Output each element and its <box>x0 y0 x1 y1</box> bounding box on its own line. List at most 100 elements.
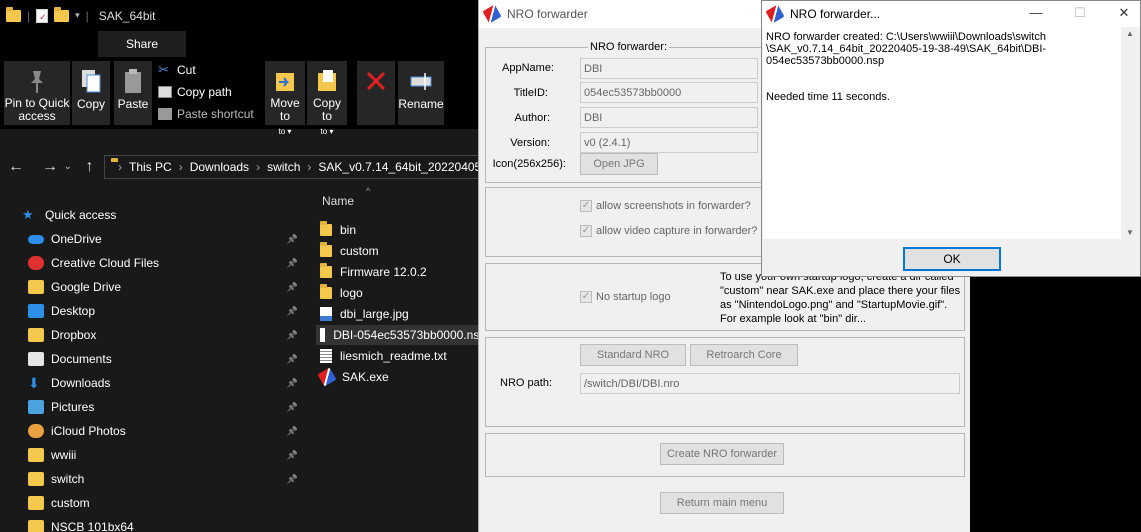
nav-item[interactable]: iCloud Photos 📌 <box>28 420 300 442</box>
folder-icon <box>28 328 44 342</box>
file-list-item[interactable]: DBI-054ec53573bb0000.nsp <box>316 325 478 345</box>
copy-to-button[interactable]: Copy to to ▾ <box>307 61 347 136</box>
nav-item[interactable]: Dropbox 📌 <box>28 324 300 346</box>
dialog-titlebar: NRO forwarder... — ☐ ✕ <box>762 1 1140 27</box>
scroll-down-icon[interactable]: ▼ <box>1121 228 1139 237</box>
nav-item[interactable]: Pictures 📌 <box>28 396 300 418</box>
file-list-item[interactable]: dbi_large.jpg <box>320 304 409 324</box>
file-list-item[interactable]: logo <box>320 283 363 303</box>
create-nro-forwarder-button[interactable]: Create NRO forwarder <box>660 443 784 465</box>
file-name: dbi_large.jpg <box>340 307 409 321</box>
group-title: NRO forwarder: <box>588 41 670 53</box>
pin-to-quick-access-button[interactable]: Pin to Quick access <box>4 61 70 125</box>
paste-shortcut-icon <box>158 108 172 120</box>
nav-item[interactable]: switch 📌 <box>28 468 300 490</box>
address-bar[interactable]: › This PC › Downloads › switch › SAK_v0.… <box>104 155 478 179</box>
delete-button[interactable] <box>357 61 395 125</box>
paste-button[interactable]: Paste <box>114 61 152 125</box>
app-icon <box>317 367 337 387</box>
text-file-icon <box>320 349 332 363</box>
standard-nro-button[interactable]: Standard NRO <box>580 344 686 366</box>
close-icon[interactable]: ✕ <box>1114 5 1134 21</box>
cut-button[interactable]: ✂ Cut <box>158 63 196 77</box>
author-field[interactable]: DBI <box>580 107 758 128</box>
retroarch-core-button[interactable]: Retroarch Core <box>690 344 798 366</box>
copy-button[interactable]: Copy <box>72 61 110 125</box>
breadcrumb-this-pc[interactable]: This PC <box>129 160 172 174</box>
nav-item[interactable]: Creative Cloud Files 📌 <box>28 252 300 274</box>
column-header-name[interactable]: Name <box>322 194 354 208</box>
allow-video-capture-checkbox[interactable]: ✓ allow video capture in forwarder? <box>580 225 757 237</box>
nav-item[interactable]: ⬇ Downloads 📌 <box>28 372 300 394</box>
nav-item[interactable]: Documents 📌 <box>28 348 300 370</box>
folder-icon[interactable] <box>6 6 21 22</box>
file-explorer-window: | ✓ ▾ | SAK_64bit Share Pin to Quick acc… <box>0 0 478 532</box>
nav-item[interactable]: custom <box>28 492 300 514</box>
sak-app-icon <box>765 4 785 24</box>
nav-item[interactable]: Desktop 📌 <box>28 300 300 322</box>
version-field[interactable]: v0 (2.4.1) <box>580 132 758 153</box>
nav-item-label: Documents <box>51 352 112 366</box>
appname-label: AppName: <box>502 62 554 74</box>
nav-item-label: Downloads <box>51 376 111 390</box>
file-list-item[interactable]: liesmich_readme.txt <box>320 346 447 366</box>
forward-arrow-icon[interactable]: → <box>38 158 62 176</box>
nav-item-label: Google Drive <box>51 280 122 294</box>
explorer-window-title: SAK_64bit <box>98 8 156 23</box>
nav-item[interactable]: NSCB 101bx64 <box>28 516 300 532</box>
file-name: Firmware 12.0.2 <box>340 265 427 279</box>
folder-icon <box>28 472 44 486</box>
no-startup-logo-checkbox[interactable]: ✓ No startup logo <box>580 291 671 303</box>
quick-access-dropdown-icon[interactable]: ▾ <box>75 10 80 21</box>
file-name: liesmich_readme.txt <box>340 349 447 363</box>
image-file-icon <box>320 307 332 321</box>
scroll-up-icon[interactable]: ▲ <box>1121 29 1139 38</box>
nro-path-label: NRO path: <box>500 377 552 389</box>
nav-item[interactable]: OneDrive 📌 <box>28 228 300 250</box>
new-folder-icon[interactable] <box>54 6 70 22</box>
minimize-icon[interactable]: — <box>1026 5 1046 20</box>
breadcrumb-sak-folder[interactable]: SAK_v0.7.14_64bit_20220405-19-38-49 <box>318 160 478 174</box>
delete-icon <box>366 71 386 91</box>
up-arrow-icon[interactable]: ↑ <box>78 158 102 176</box>
file-list-item[interactable]: bin <box>320 220 356 240</box>
properties-icon[interactable]: ✓ <box>36 8 49 23</box>
maximize-icon[interactable]: ☐ <box>1070 5 1090 21</box>
file-list-item[interactable]: custom <box>320 241 379 261</box>
file-list-item[interactable]: SAK.exe <box>317 367 389 387</box>
sort-indicator-icon: ^ <box>366 186 371 196</box>
nro-path-field[interactable]: /switch/DBI/DBI.nro <box>580 373 960 394</box>
rename-button[interactable]: Rename <box>398 61 444 125</box>
return-main-menu-button[interactable]: Return main menu <box>660 492 784 514</box>
file-list-item[interactable]: Firmware 12.0.2 <box>320 262 427 282</box>
breadcrumb-downloads[interactable]: Downloads <box>190 160 249 174</box>
dialog-scrollbar[interactable]: ▲ ▼ <box>1121 27 1139 239</box>
elapsed-time-text: Needed time 11 seconds. <box>766 91 890 103</box>
author-label: Author: <box>514 112 550 124</box>
nav-item[interactable]: ★ Quick access <box>22 204 294 226</box>
recent-locations-icon[interactable]: ⌄ <box>64 161 72 172</box>
tab-share[interactable]: Share <box>98 31 186 57</box>
paste-shortcut-button[interactable]: Paste shortcut <box>158 107 254 121</box>
titleid-field[interactable]: 054ec53573bb0000 <box>580 82 758 103</box>
move-to-button[interactable]: Move to to ▾ <box>265 61 305 136</box>
back-arrow-icon[interactable]: ← <box>4 158 28 176</box>
pin-icon: 📌 <box>286 425 298 436</box>
nav-item[interactable]: Google Drive 📌 <box>28 276 300 298</box>
appname-field[interactable]: DBI <box>580 58 758 79</box>
copy-path-icon <box>158 86 172 98</box>
nav-item-label: wwiii <box>51 448 77 462</box>
pin-icon <box>31 71 43 93</box>
desktop-icon <box>28 304 44 318</box>
breadcrumb-switch[interactable]: switch <box>267 160 300 174</box>
ok-button[interactable]: OK <box>903 247 1001 271</box>
navigation-pane: ★ Quick access OneDrive 📌 Creative Cloud Fil… <box>0 204 304 532</box>
file-icon <box>320 328 326 342</box>
copy-path-button[interactable]: Copy path <box>158 85 232 99</box>
open-jpg-button[interactable]: Open JPG <box>580 153 658 175</box>
allow-screenshots-checkbox[interactable]: ✓ allow screenshots in forwarder? <box>580 200 751 212</box>
creative-cloud-icon <box>28 256 44 270</box>
folder-icon <box>28 448 44 462</box>
pin-icon: 📌 <box>286 353 298 364</box>
nav-item[interactable]: wwiii 📌 <box>28 444 300 466</box>
